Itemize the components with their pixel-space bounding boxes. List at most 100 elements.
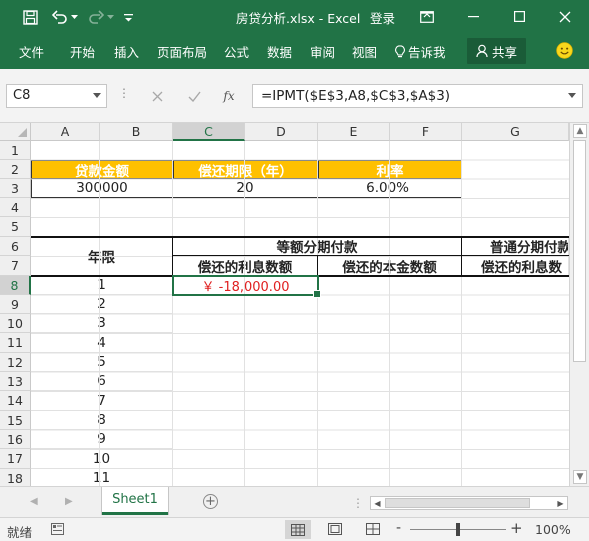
tab-view[interactable]: 视图 bbox=[352, 42, 377, 61]
login-link[interactable]: 登录 bbox=[370, 8, 395, 27]
insert-function-icon[interactable]: fx bbox=[219, 84, 239, 108]
row-header-13[interactable]: 13 bbox=[0, 372, 31, 391]
page-layout-view-icon[interactable] bbox=[328, 523, 342, 535]
cell-a11[interactable]: 4 bbox=[31, 333, 173, 353]
cell-a17[interactable]: 10 bbox=[31, 449, 173, 469]
cell-c6-equal-installment[interactable]: 等额分期付款 bbox=[173, 237, 462, 256]
cell-a15[interactable]: 8 bbox=[31, 411, 173, 430]
page-break-view-icon[interactable] bbox=[366, 523, 380, 535]
row-header-8[interactable]: 8 bbox=[0, 276, 31, 295]
row-header-10[interactable]: 10 bbox=[0, 314, 31, 333]
cell-a13[interactable]: 6 bbox=[31, 372, 173, 391]
row-header-16[interactable]: 16 bbox=[0, 430, 31, 449]
cell-a10[interactable]: 3 bbox=[31, 314, 173, 333]
row-header-4[interactable]: 4 bbox=[0, 198, 31, 217]
cell-a6-year-label[interactable]: 年限 bbox=[31, 237, 173, 276]
tell-me-search[interactable]: 告诉我 bbox=[395, 42, 446, 61]
cell-a9[interactable]: 2 bbox=[31, 295, 173, 314]
cell-c2-loan-term-label[interactable]: 偿还期限（年） bbox=[173, 160, 318, 179]
confirm-entry-icon[interactable] bbox=[184, 84, 204, 108]
row-header-17[interactable]: 17 bbox=[0, 449, 31, 469]
next-sheet-icon[interactable]: ▶ bbox=[65, 496, 73, 507]
column-header-d[interactable]: D bbox=[245, 123, 318, 141]
tab-splitter-icon[interactable]: ⋮ bbox=[352, 496, 364, 510]
select-all-corner[interactable] bbox=[0, 123, 31, 141]
normal-view-icon[interactable] bbox=[285, 520, 311, 539]
formula-input[interactable]: =IPMT($E$3,A8,$C$3,$A$3) bbox=[252, 84, 583, 108]
customize-toolbar-icon[interactable] bbox=[122, 6, 134, 28]
undo-dropdown-icon[interactable] bbox=[69, 6, 79, 28]
prev-sheet-icon[interactable]: ◀ bbox=[30, 496, 38, 507]
scroll-down-icon[interactable]: ▼ bbox=[573, 470, 587, 484]
redo-dropdown-icon[interactable] bbox=[105, 6, 115, 28]
horizontal-scrollbar[interactable]: ◀ ▶ bbox=[370, 496, 568, 510]
row-header-6[interactable]: 6 bbox=[0, 237, 31, 256]
cell-a2-loan-amount-label[interactable]: 贷款金额 bbox=[31, 160, 173, 179]
undo-icon[interactable] bbox=[50, 6, 70, 28]
row-header-12[interactable]: 12 bbox=[0, 353, 31, 372]
tab-formulas[interactable]: 公式 bbox=[224, 42, 249, 61]
ribbon-display-options-icon[interactable] bbox=[417, 6, 437, 28]
cell-e3-rate[interactable]: 6.00% bbox=[318, 179, 462, 198]
row-header-7[interactable]: 7 bbox=[0, 256, 31, 276]
tab-home[interactable]: 开始 bbox=[70, 42, 95, 61]
name-box[interactable]: C8 bbox=[6, 84, 107, 108]
cell-g6-normal-installment[interactable]: 普通分期付款 bbox=[462, 237, 569, 256]
cancel-entry-icon[interactable] bbox=[147, 84, 167, 108]
column-header-c[interactable]: C bbox=[173, 123, 245, 141]
column-header-b[interactable]: B bbox=[100, 123, 173, 141]
smiley-feedback-icon[interactable] bbox=[556, 42, 573, 59]
row-header-14[interactable]: 14 bbox=[0, 391, 31, 411]
vertical-scroll-thumb[interactable] bbox=[573, 140, 586, 362]
macro-record-icon[interactable] bbox=[51, 523, 64, 535]
cell-e2-rate-label[interactable]: 利率 bbox=[318, 160, 462, 179]
cell-a18[interactable]: 11 bbox=[31, 469, 173, 486]
cell-e7-principal-paid[interactable]: 偿还的本金数额 bbox=[318, 256, 462, 276]
row-header-18[interactable]: 18 bbox=[0, 469, 31, 486]
zoom-level[interactable]: 100% bbox=[535, 522, 571, 537]
scroll-up-icon[interactable]: ▲ bbox=[573, 124, 587, 138]
row-header-15[interactable]: 15 bbox=[0, 411, 31, 430]
horizontal-scroll-thumb[interactable] bbox=[385, 498, 530, 508]
cell-c7-interest-paid[interactable]: 偿还的利息数额 bbox=[173, 256, 318, 276]
cell-a3-loan-amount[interactable]: 300000 bbox=[31, 179, 173, 198]
row-header-2[interactable]: 2 bbox=[0, 160, 31, 179]
cell-c3-loan-term[interactable]: 20 bbox=[173, 179, 318, 198]
row-header-5[interactable]: 5 bbox=[0, 217, 31, 237]
row-header-11[interactable]: 11 bbox=[0, 333, 31, 353]
redo-icon[interactable] bbox=[86, 6, 106, 28]
close-button[interactable] bbox=[545, 0, 585, 33]
share-button[interactable]: 共享 bbox=[467, 38, 526, 64]
add-sheet-button[interactable]: + bbox=[203, 494, 218, 509]
vertical-scrollbar[interactable]: ▲ ▼ bbox=[569, 123, 589, 486]
column-header-e[interactable]: E bbox=[318, 123, 390, 141]
row-header-1[interactable]: 1 bbox=[0, 141, 31, 160]
cell-a16[interactable]: 9 bbox=[31, 430, 173, 449]
cell-a12[interactable]: 5 bbox=[31, 353, 173, 372]
maximize-button[interactable] bbox=[499, 0, 539, 33]
tab-data[interactable]: 数据 bbox=[267, 42, 292, 61]
column-header-f[interactable]: F bbox=[390, 123, 462, 141]
zoom-slider-thumb[interactable] bbox=[456, 523, 460, 536]
sheet-tab-sheet1[interactable]: Sheet1 bbox=[102, 487, 168, 515]
cell-g7-interest-paid[interactable]: 偿还的利息数 bbox=[462, 256, 569, 276]
formula-bar-splitter-icon[interactable]: ⋮ bbox=[118, 86, 130, 100]
minimize-button[interactable] bbox=[453, 0, 493, 33]
zoom-in-button[interactable]: + bbox=[510, 519, 523, 537]
row-header-9[interactable]: 9 bbox=[0, 295, 31, 314]
scroll-right-icon[interactable]: ▶ bbox=[554, 497, 567, 509]
name-box-dropdown-icon[interactable] bbox=[93, 93, 101, 98]
zoom-out-button[interactable]: - bbox=[396, 520, 401, 536]
tab-file[interactable]: 文件 bbox=[19, 42, 44, 61]
cell-a8[interactable]: 1 bbox=[31, 276, 173, 295]
column-header-g[interactable]: G bbox=[462, 123, 569, 141]
row-header-3[interactable]: 3 bbox=[0, 179, 31, 198]
worksheet-grid[interactable]: A B C D E F G 1 2 3 4 5 6 7 8 9 10 11 12… bbox=[0, 123, 569, 486]
tab-review[interactable]: 审阅 bbox=[310, 42, 335, 61]
save-icon[interactable] bbox=[20, 6, 40, 28]
expand-formula-bar-icon[interactable] bbox=[568, 93, 576, 98]
column-header-a[interactable]: A bbox=[31, 123, 100, 141]
scroll-left-icon[interactable]: ◀ bbox=[371, 497, 384, 509]
cell-a14[interactable]: 7 bbox=[31, 391, 173, 411]
tab-insert[interactable]: 插入 bbox=[114, 42, 139, 61]
